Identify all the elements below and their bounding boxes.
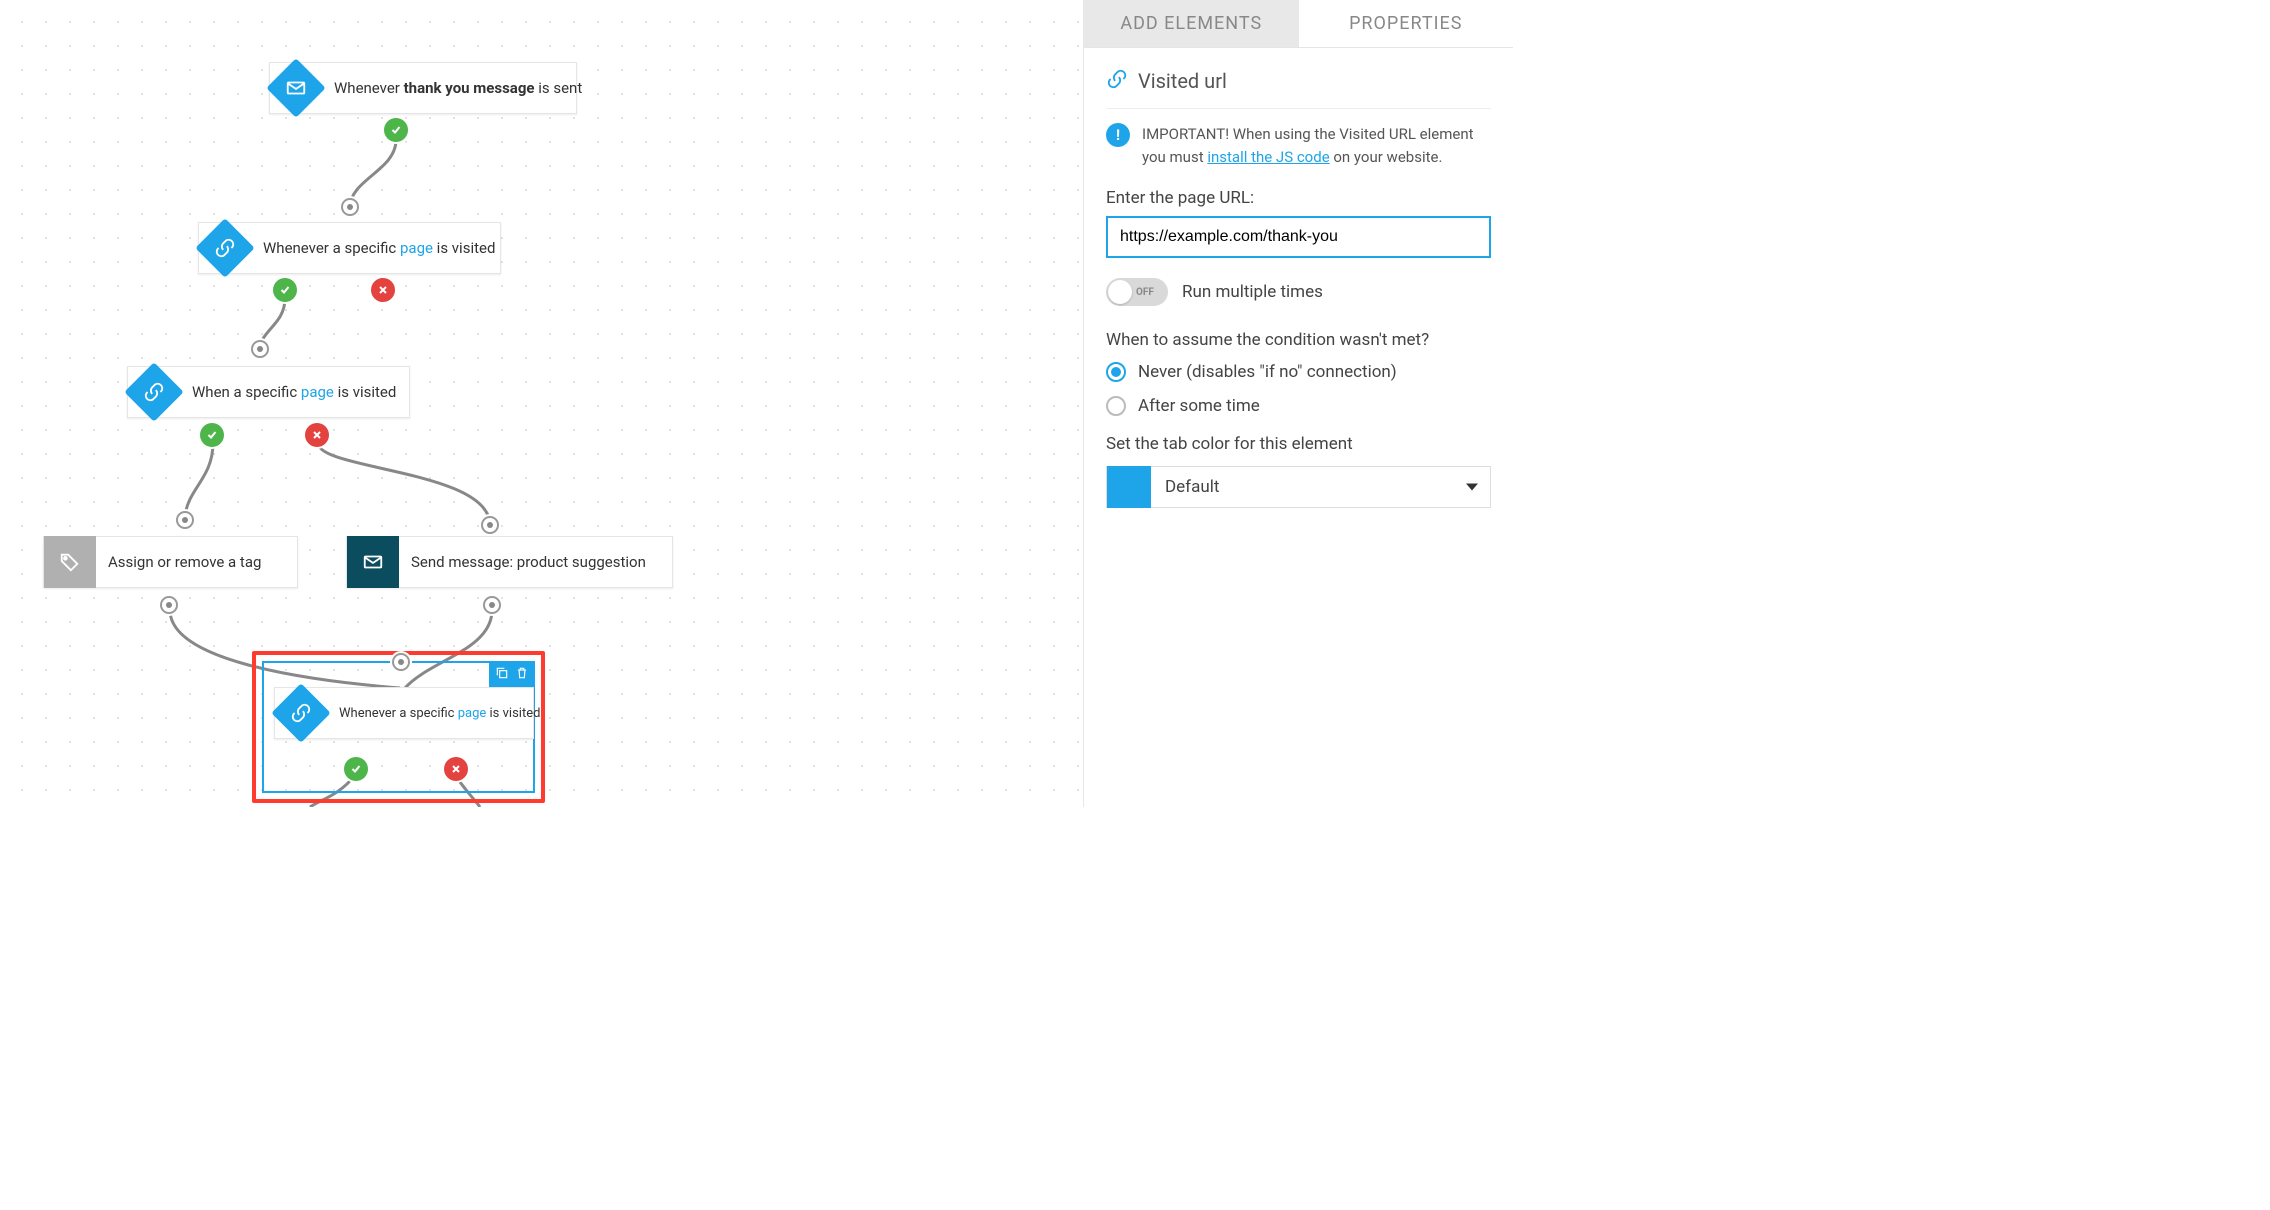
workflow-canvas[interactable]: Whenever thank you message is sent Whene… <box>0 0 1083 807</box>
tag-icon <box>44 536 96 588</box>
yes-connector[interactable] <box>344 757 368 781</box>
connector-port[interactable] <box>483 596 501 614</box>
chevron-down-icon <box>1466 484 1478 491</box>
tab-color-select[interactable]: Default <box>1106 466 1491 508</box>
url-input[interactable] <box>1106 216 1491 258</box>
node-label: Assign or remove a tag <box>96 553 281 571</box>
no-connector[interactable] <box>371 278 395 302</box>
toggle-off-text: OFF <box>1136 287 1154 298</box>
radio-label: After some time <box>1138 396 1260 416</box>
info-icon: ! <box>1106 123 1130 147</box>
no-connector[interactable] <box>305 423 329 447</box>
url-label: Enter the page URL: <box>1106 188 1491 208</box>
panel-header: Visited url <box>1106 68 1491 109</box>
mail-icon <box>347 536 399 588</box>
node-label: Whenever a specific page is visited <box>327 706 560 721</box>
condition-question: When to assume the condition wasn't met? <box>1106 330 1491 350</box>
connector-port[interactable] <box>481 516 499 534</box>
node-label: When a specific page is visited <box>180 383 416 401</box>
node-toolbar <box>489 661 535 688</box>
selected-node-wrapper: Whenever a specific page is visited <box>252 651 545 803</box>
node-visited-url-selected[interactable]: Whenever a specific page is visited <box>274 687 534 739</box>
properties-sidebar: ADD ELEMENTS PROPERTIES Visited url ! IM… <box>1083 0 1513 807</box>
mail-sent-icon <box>266 58 325 117</box>
node-visited-url-2[interactable]: When a specific page is visited <box>127 366 410 418</box>
tab-properties[interactable]: PROPERTIES <box>1299 0 1514 48</box>
color-swatch <box>1107 466 1151 508</box>
node-label: Whenever thank you message is sent <box>322 79 602 97</box>
radio-icon <box>1106 362 1126 382</box>
select-value: Default <box>1165 477 1219 497</box>
install-js-link[interactable]: install the JS code <box>1207 148 1329 166</box>
yes-connector[interactable] <box>273 278 297 302</box>
run-multiple-toggle[interactable]: OFF <box>1106 278 1168 306</box>
no-connector[interactable] <box>444 757 468 781</box>
tab-add-elements[interactable]: ADD ELEMENTS <box>1084 0 1299 48</box>
radio-icon <box>1106 396 1126 416</box>
connector-port[interactable] <box>160 596 178 614</box>
toggle-label: Run multiple times <box>1182 282 1323 302</box>
node-label: Send message: product suggestion <box>399 553 666 571</box>
node-visited-url-1[interactable]: Whenever a specific page is visited <box>198 222 501 274</box>
info-message: ! IMPORTANT! When using the Visited URL … <box>1106 123 1491 168</box>
link-icon <box>195 218 254 277</box>
info-text-suffix: on your website. <box>1330 148 1443 166</box>
yes-connector[interactable] <box>384 118 408 142</box>
node-send-message[interactable]: Send message: product suggestion <box>346 536 673 588</box>
link-icon <box>124 362 183 421</box>
connector-port[interactable] <box>392 653 410 671</box>
radio-label: Never (disables "if no" connection) <box>1138 362 1397 382</box>
radio-after-time[interactable]: After some time <box>1106 396 1491 416</box>
panel-title: Visited url <box>1138 69 1227 93</box>
link-icon <box>1106 68 1128 94</box>
connector-port[interactable] <box>341 198 359 216</box>
connector-port[interactable] <box>176 511 194 529</box>
node-message-sent[interactable]: Whenever thank you message is sent <box>269 62 577 114</box>
sidebar-tabs: ADD ELEMENTS PROPERTIES <box>1084 0 1513 48</box>
connector-port[interactable] <box>251 340 269 358</box>
node-label: Whenever a specific page is visited <box>251 239 515 257</box>
yes-connector[interactable] <box>200 423 224 447</box>
radio-never[interactable]: Never (disables "if no" connection) <box>1106 362 1491 382</box>
node-assign-tag[interactable]: Assign or remove a tag <box>43 536 298 588</box>
copy-icon[interactable] <box>495 665 509 684</box>
trash-icon[interactable] <box>515 665 529 684</box>
color-label: Set the tab color for this element <box>1106 434 1491 454</box>
link-icon <box>271 683 330 742</box>
